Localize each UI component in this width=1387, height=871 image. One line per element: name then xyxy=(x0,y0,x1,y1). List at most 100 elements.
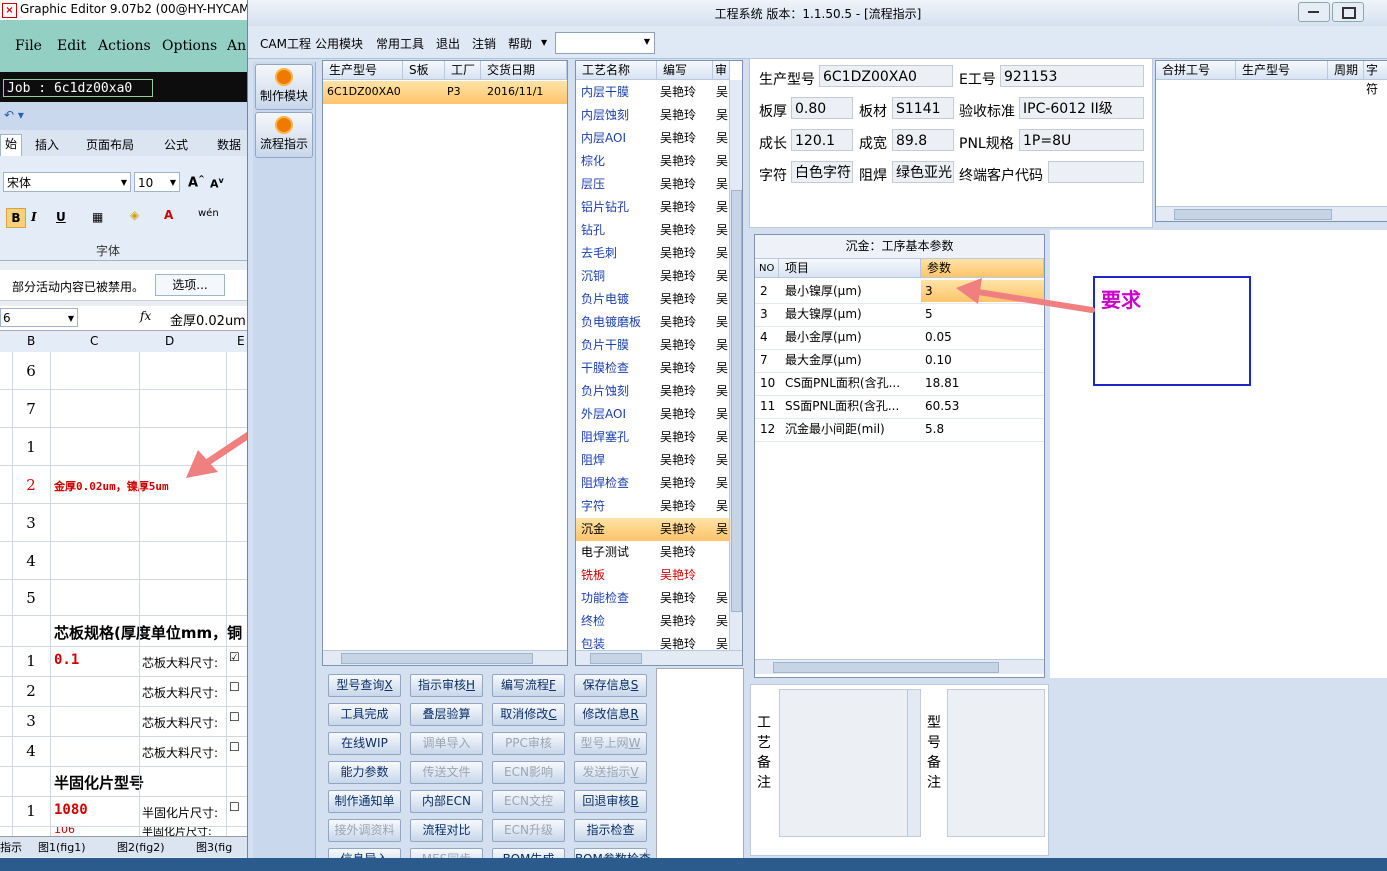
scroll-thumb[interactable] xyxy=(773,662,999,673)
underline-icon[interactable]: U xyxy=(56,210,66,224)
action-button[interactable]: 发送指示V xyxy=(574,761,647,784)
field-material[interactable]: S1141 xyxy=(892,97,954,119)
scroll-thumb[interactable] xyxy=(731,190,742,612)
chevron-down-icon[interactable]: ▼ xyxy=(541,38,547,47)
options-button[interactable]: 选项... xyxy=(155,274,225,296)
table-row[interactable]: 负电镀磨板 吴艳玲 吴 xyxy=(576,311,729,334)
cell-c-core-spec[interactable]: 芯板规格(厚度单位mm，铜 xyxy=(54,622,242,643)
field-thickness[interactable]: 0.80 xyxy=(791,97,853,119)
menu-analysis[interactable]: An xyxy=(227,38,246,54)
sheet-tab-fig1[interactable]: 图1(fig1) xyxy=(38,839,86,855)
action-button[interactable]: 传送文件 xyxy=(410,761,483,784)
action-button[interactable]: 型号上网W xyxy=(574,732,647,755)
table-row[interactable]: 负片干膜 吴艳玲 吴 xyxy=(576,334,729,357)
field-pnl[interactable]: 1P=8U xyxy=(1019,129,1144,151)
table-row[interactable]: 4 芯板大料尺寸: ☐ xyxy=(0,737,250,767)
font-color-icon[interactable]: A xyxy=(164,208,173,222)
field-standard[interactable]: IPC-6012 II级 xyxy=(1019,97,1144,119)
col-header-s-board[interactable]: S板 xyxy=(403,61,445,80)
table-row[interactable]: 沉铜 吴艳玲 吴 xyxy=(576,265,729,288)
table-row[interactable]: 去毛刺 吴艳玲 吴 xyxy=(576,242,729,265)
table-row[interactable]: 6 xyxy=(0,352,250,390)
action-button[interactable]: 工具完成 xyxy=(328,703,401,726)
cell-c-value[interactable]: 1080 xyxy=(54,802,88,818)
field-eno[interactable]: 921153 xyxy=(1000,65,1144,87)
menu-actions[interactable]: Actions xyxy=(98,38,151,54)
table-row[interactable]: 3 xyxy=(0,504,250,542)
table-row[interactable]: 1 0.1 芯板大料尺寸: ☑ xyxy=(0,647,250,677)
cell-d-label[interactable]: 芯板大料尺寸: xyxy=(142,744,218,761)
menu-help[interactable]: 帮助 xyxy=(508,35,532,52)
table-row[interactable]: 12 沉金最小间距(mil) 5.8 xyxy=(755,418,1044,442)
menu-common-tools[interactable]: 常用工具 xyxy=(376,35,424,52)
sheet-tab-fig2[interactable]: 图2(fig2) xyxy=(117,839,165,855)
action-button[interactable]: 指示审核H xyxy=(410,674,483,697)
tab-page-layout[interactable]: 页面布局 xyxy=(86,136,134,153)
toolbar-combo[interactable]: ▼ xyxy=(555,32,655,54)
action-button[interactable]: BOM参数检查 xyxy=(574,848,651,858)
sheet-tab-instructions[interactable]: 指示 xyxy=(0,839,22,855)
menu-exit[interactable]: 退出 xyxy=(436,35,460,52)
tab-data[interactable]: 数据 xyxy=(217,136,241,153)
param-value[interactable]: 0.10 xyxy=(925,349,1044,371)
table-row[interactable]: 电子测试 吴艳玲 xyxy=(576,541,729,564)
table-row[interactable]: 负片蚀刻 吴艳玲 吴 xyxy=(576,380,729,403)
process-remark-textarea[interactable] xyxy=(779,689,921,837)
table-row[interactable]: 终检 吴艳玲 吴 xyxy=(576,610,729,633)
fill-color-icon[interactable]: ◈ xyxy=(130,208,139,222)
menu-file[interactable]: File xyxy=(15,38,42,54)
cell-c-requirement[interactable]: 金厚0.02um，镍厚5um xyxy=(54,478,169,494)
param-hscrollbar[interactable] xyxy=(755,659,1044,674)
field-model[interactable]: 6C1DZ00XA0 xyxy=(819,65,953,87)
tab-formulas[interactable]: 公式 xyxy=(164,136,188,153)
field-width[interactable]: 89.8 xyxy=(892,129,954,151)
table-row[interactable]: 6C1DZ00XA0 P3 2016/11/1 xyxy=(323,81,567,104)
grow-font-icon[interactable]: A^ xyxy=(188,174,205,190)
field-character[interactable]: 白色字符 xyxy=(791,161,853,183)
action-button[interactable]: 保存信息S xyxy=(574,674,647,697)
process-hscrollbar[interactable] xyxy=(576,650,742,665)
col-header-writer[interactable]: 编写 xyxy=(657,61,713,80)
action-button[interactable]: ECN文控 xyxy=(492,790,565,813)
checkbox-icon[interactable]: ☐ xyxy=(229,680,240,694)
col-header-factory[interactable]: 工厂 xyxy=(445,61,481,80)
action-button[interactable]: 回退审核B xyxy=(574,790,647,813)
table-row[interactable]: 4 xyxy=(0,542,250,580)
cell-d-label[interactable]: 半固化片尺寸: xyxy=(142,804,218,821)
action-button[interactable]: BOM生成 xyxy=(492,848,565,858)
action-button[interactable]: 内部ECN xyxy=(410,790,483,813)
action-button[interactable]: 在线WIP xyxy=(328,732,401,755)
checkbox-icon[interactable]: ☑ xyxy=(229,650,240,664)
table-row[interactable]: 铣板 吴艳玲 xyxy=(576,564,729,587)
action-button[interactable]: PPC审核 xyxy=(492,732,565,755)
action-button[interactable]: 编写流程F xyxy=(492,674,565,697)
job-field[interactable]: Job : 6c1dz00xa0 xyxy=(3,79,153,97)
cell-d-label[interactable]: 芯板大料尺寸: xyxy=(142,714,218,731)
maximize-button[interactable] xyxy=(1332,2,1364,22)
minimize-button[interactable] xyxy=(1298,2,1330,22)
table-row[interactable]: 4 最小金厚(μm) 0.05 xyxy=(755,326,1044,350)
param-value[interactable]: 5.8 xyxy=(925,418,1044,440)
scroll-thumb[interactable] xyxy=(1174,209,1332,220)
table-row[interactable]: 内层蚀刻 吴艳玲 吴 xyxy=(576,104,729,127)
menu-edit[interactable]: Edit xyxy=(57,38,86,54)
font-name-select[interactable]: 宋体 ▼ xyxy=(3,172,131,192)
checkbox-icon[interactable]: ☐ xyxy=(229,740,240,754)
table-row[interactable]: 内层AOI 吴艳玲 吴 xyxy=(576,127,729,150)
action-button[interactable]: ECN升级 xyxy=(492,819,565,842)
col-header-process-name[interactable]: 工艺名称 xyxy=(576,61,657,80)
col-header-c[interactable]: C xyxy=(90,334,98,348)
process-vscrollbar[interactable] xyxy=(729,80,742,650)
table-row[interactable]: 铝片钻孔 吴艳玲 吴 xyxy=(576,196,729,219)
col-header-b[interactable]: B xyxy=(27,334,35,348)
action-button[interactable]: MES同步 xyxy=(410,848,483,858)
col-header-merge-model[interactable]: 生产型号 xyxy=(1236,61,1328,80)
table-row[interactable]: 3 芯板大料尺寸: ☐ xyxy=(0,707,250,737)
remark-vscrollbar[interactable] xyxy=(907,690,920,836)
menu-common-modules[interactable]: 公用模块 xyxy=(315,35,363,52)
col-header-item[interactable]: 项目 xyxy=(779,259,921,278)
field-customer-code[interactable] xyxy=(1048,161,1144,183)
col-header-cycle[interactable]: 周期 xyxy=(1328,61,1364,80)
col-header-no[interactable]: NO xyxy=(755,259,779,278)
table-row[interactable]: 沉金 吴艳玲 吴 xyxy=(576,518,729,541)
